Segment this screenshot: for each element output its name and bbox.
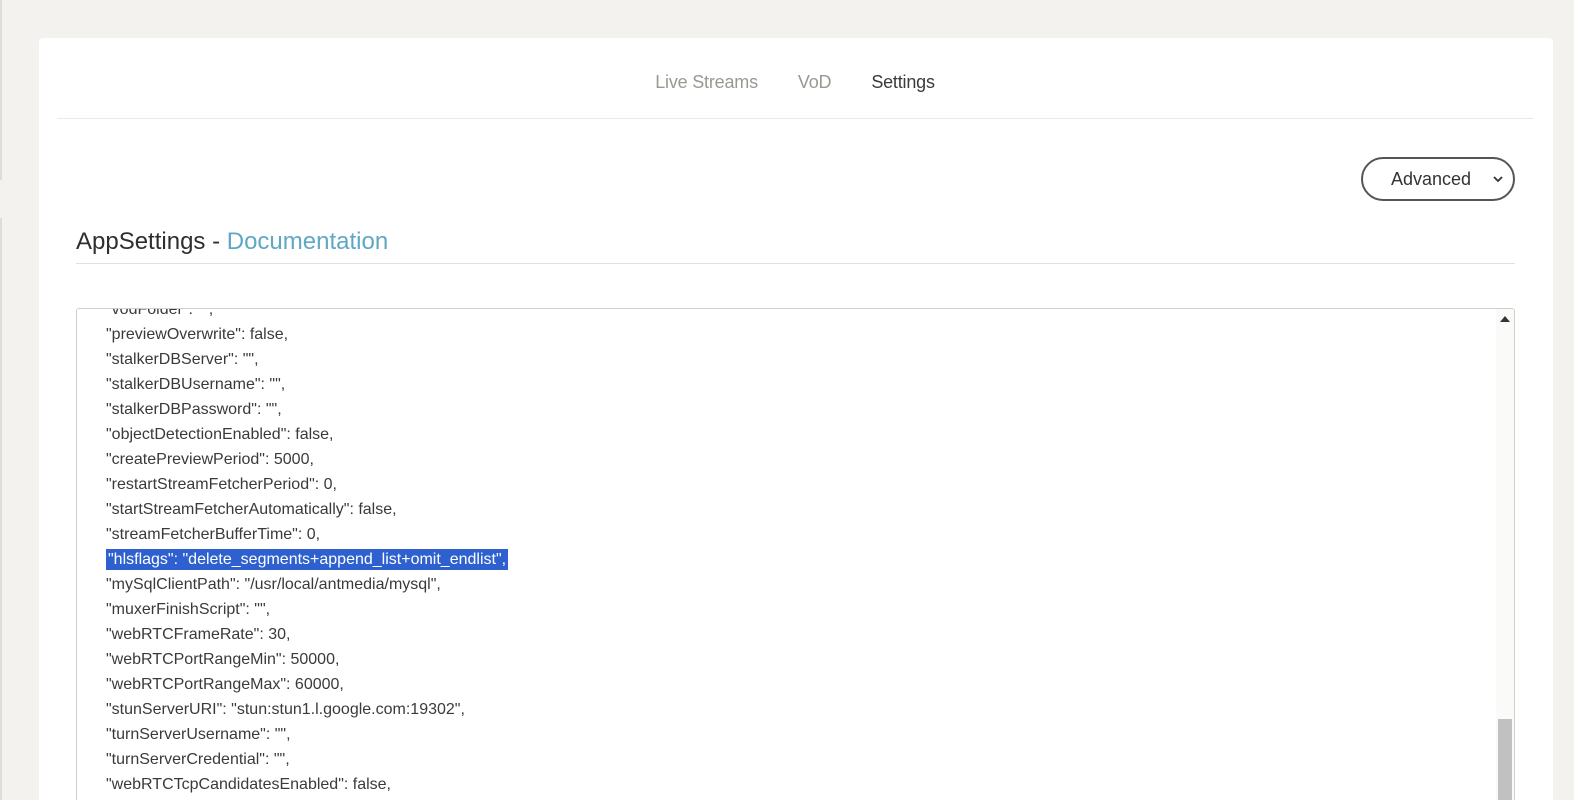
code-line[interactable]: "webRTCTcpCandidatesEnabled": false,	[106, 772, 508, 797]
code-line[interactable]: "turnServerUsername": "",	[106, 722, 508, 747]
chevron-down-icon	[1493, 176, 1503, 183]
code-line-text: "streamFetcherBufferTime": 0,	[106, 526, 321, 543]
code-line-text: "webRTCPortRangeMin": 50000,	[106, 651, 340, 668]
code-line[interactable]: "stalkerDBUsername": "",	[106, 372, 508, 397]
code-line[interactable]: "mySqlClientPath": "/usr/local/antmedia/…	[106, 572, 508, 597]
code-line[interactable]: "muxerFinishScript": "",	[106, 597, 508, 622]
tab-vod[interactable]: VoD	[798, 72, 832, 93]
left-panel-edge	[0, 0, 2, 180]
documentation-link[interactable]: Documentation	[227, 228, 388, 255]
code-line-text: "stunServerURI": "stun:stun1.l.google.co…	[106, 701, 465, 718]
code-line[interactable]: "createPreviewPeriod": 5000,	[106, 447, 508, 472]
code-line-text: "vodFolder": "",	[106, 308, 214, 318]
code-line-text: "startStreamFetcherAutomatically": false…	[106, 501, 397, 518]
code-line-text: "createPreviewPeriod": 5000,	[106, 451, 314, 468]
code-line[interactable]: "stalkerDBServer": "",	[106, 347, 508, 372]
code-line-text: "previewOverwrite": false,	[106, 326, 289, 343]
code-line-text: "turnServerCredential": "",	[106, 751, 290, 768]
code-line[interactable]: "webRTCPortRangeMax": 60000,	[106, 672, 508, 697]
scroll-up-arrow-icon[interactable]	[1500, 316, 1510, 322]
code-line[interactable]: "stunServerURI": "stun:stun1.l.google.co…	[106, 697, 508, 722]
scroll-thumb[interactable]	[1498, 719, 1512, 800]
code-line[interactable]: "webRTCPortRangeMin": 50000,	[106, 647, 508, 672]
code-line-text: "stalkerDBPassword": "",	[106, 401, 282, 418]
editor-scrollbar[interactable]	[1496, 309, 1514, 800]
code-line-text: "webRTCTcpCandidatesEnabled": false,	[106, 776, 391, 793]
section-separator: -	[205, 228, 227, 255]
editor-lines: "vodFolder": "", "previewOverwrite": fals…	[106, 308, 509, 797]
code-line[interactable]: "restartStreamFetcherPeriod": 0,	[106, 472, 508, 497]
code-line-text: "restartStreamFetcherPeriod": 0,	[106, 476, 337, 493]
settings-card: Live Streams VoD Settings Advanced AppSe…	[39, 38, 1553, 800]
code-line-text: "mySqlClientPath": "/usr/local/antmedia/…	[106, 576, 441, 593]
code-line[interactable]: "vodFolder": "",	[106, 308, 508, 322]
code-line-text: "webRTCFrameRate": 30,	[106, 626, 291, 643]
code-line-text: "webRTCPortRangeMax": 60000,	[106, 676, 344, 693]
code-line[interactable]: "webRTCFrameRate": 30,	[106, 622, 508, 647]
top-nav-tabs: Live Streams VoD Settings	[57, 38, 1533, 119]
left-panel-edge-lower	[0, 218, 2, 800]
code-line[interactable]: "startStreamFetcherAutomatically": false…	[106, 497, 508, 522]
tab-settings[interactable]: Settings	[871, 72, 935, 93]
code-line[interactable]: "previewOverwrite": false,	[106, 322, 508, 347]
code-line-text: "objectDetectionEnabled": false,	[106, 426, 334, 443]
code-line[interactable]: "turnServerCredential": "",	[106, 747, 508, 772]
code-line[interactable]: "objectDetectionEnabled": false,	[106, 422, 508, 447]
selected-code-line[interactable]: "hlsflags": "delete_segments+append_list…	[106, 547, 509, 572]
code-line[interactable]: "stalkerDBPassword": "",	[106, 397, 508, 422]
code-line-text: "turnServerUsername": "",	[106, 726, 291, 743]
code-line-text: "hlsflags": "delete_segments+append_list…	[106, 549, 509, 570]
settings-json-editor[interactable]: "vodFolder": "", "previewOverwrite": fals…	[76, 308, 1515, 800]
section-header: AppSettings - Documentation	[76, 228, 1515, 264]
code-line-text: "stalkerDBServer": "",	[106, 351, 259, 368]
code-line-text: "stalkerDBUsername": "",	[106, 376, 286, 393]
code-line[interactable]: "streamFetcherBufferTime": 0,	[106, 522, 508, 547]
mode-select-dropdown[interactable]: Advanced	[1361, 157, 1515, 201]
mode-select-value: Advanced	[1391, 169, 1472, 189]
section-title: AppSettings	[76, 228, 206, 255]
tab-live-streams[interactable]: Live Streams	[655, 72, 758, 93]
code-line-text: "muxerFinishScript": "",	[106, 601, 271, 618]
